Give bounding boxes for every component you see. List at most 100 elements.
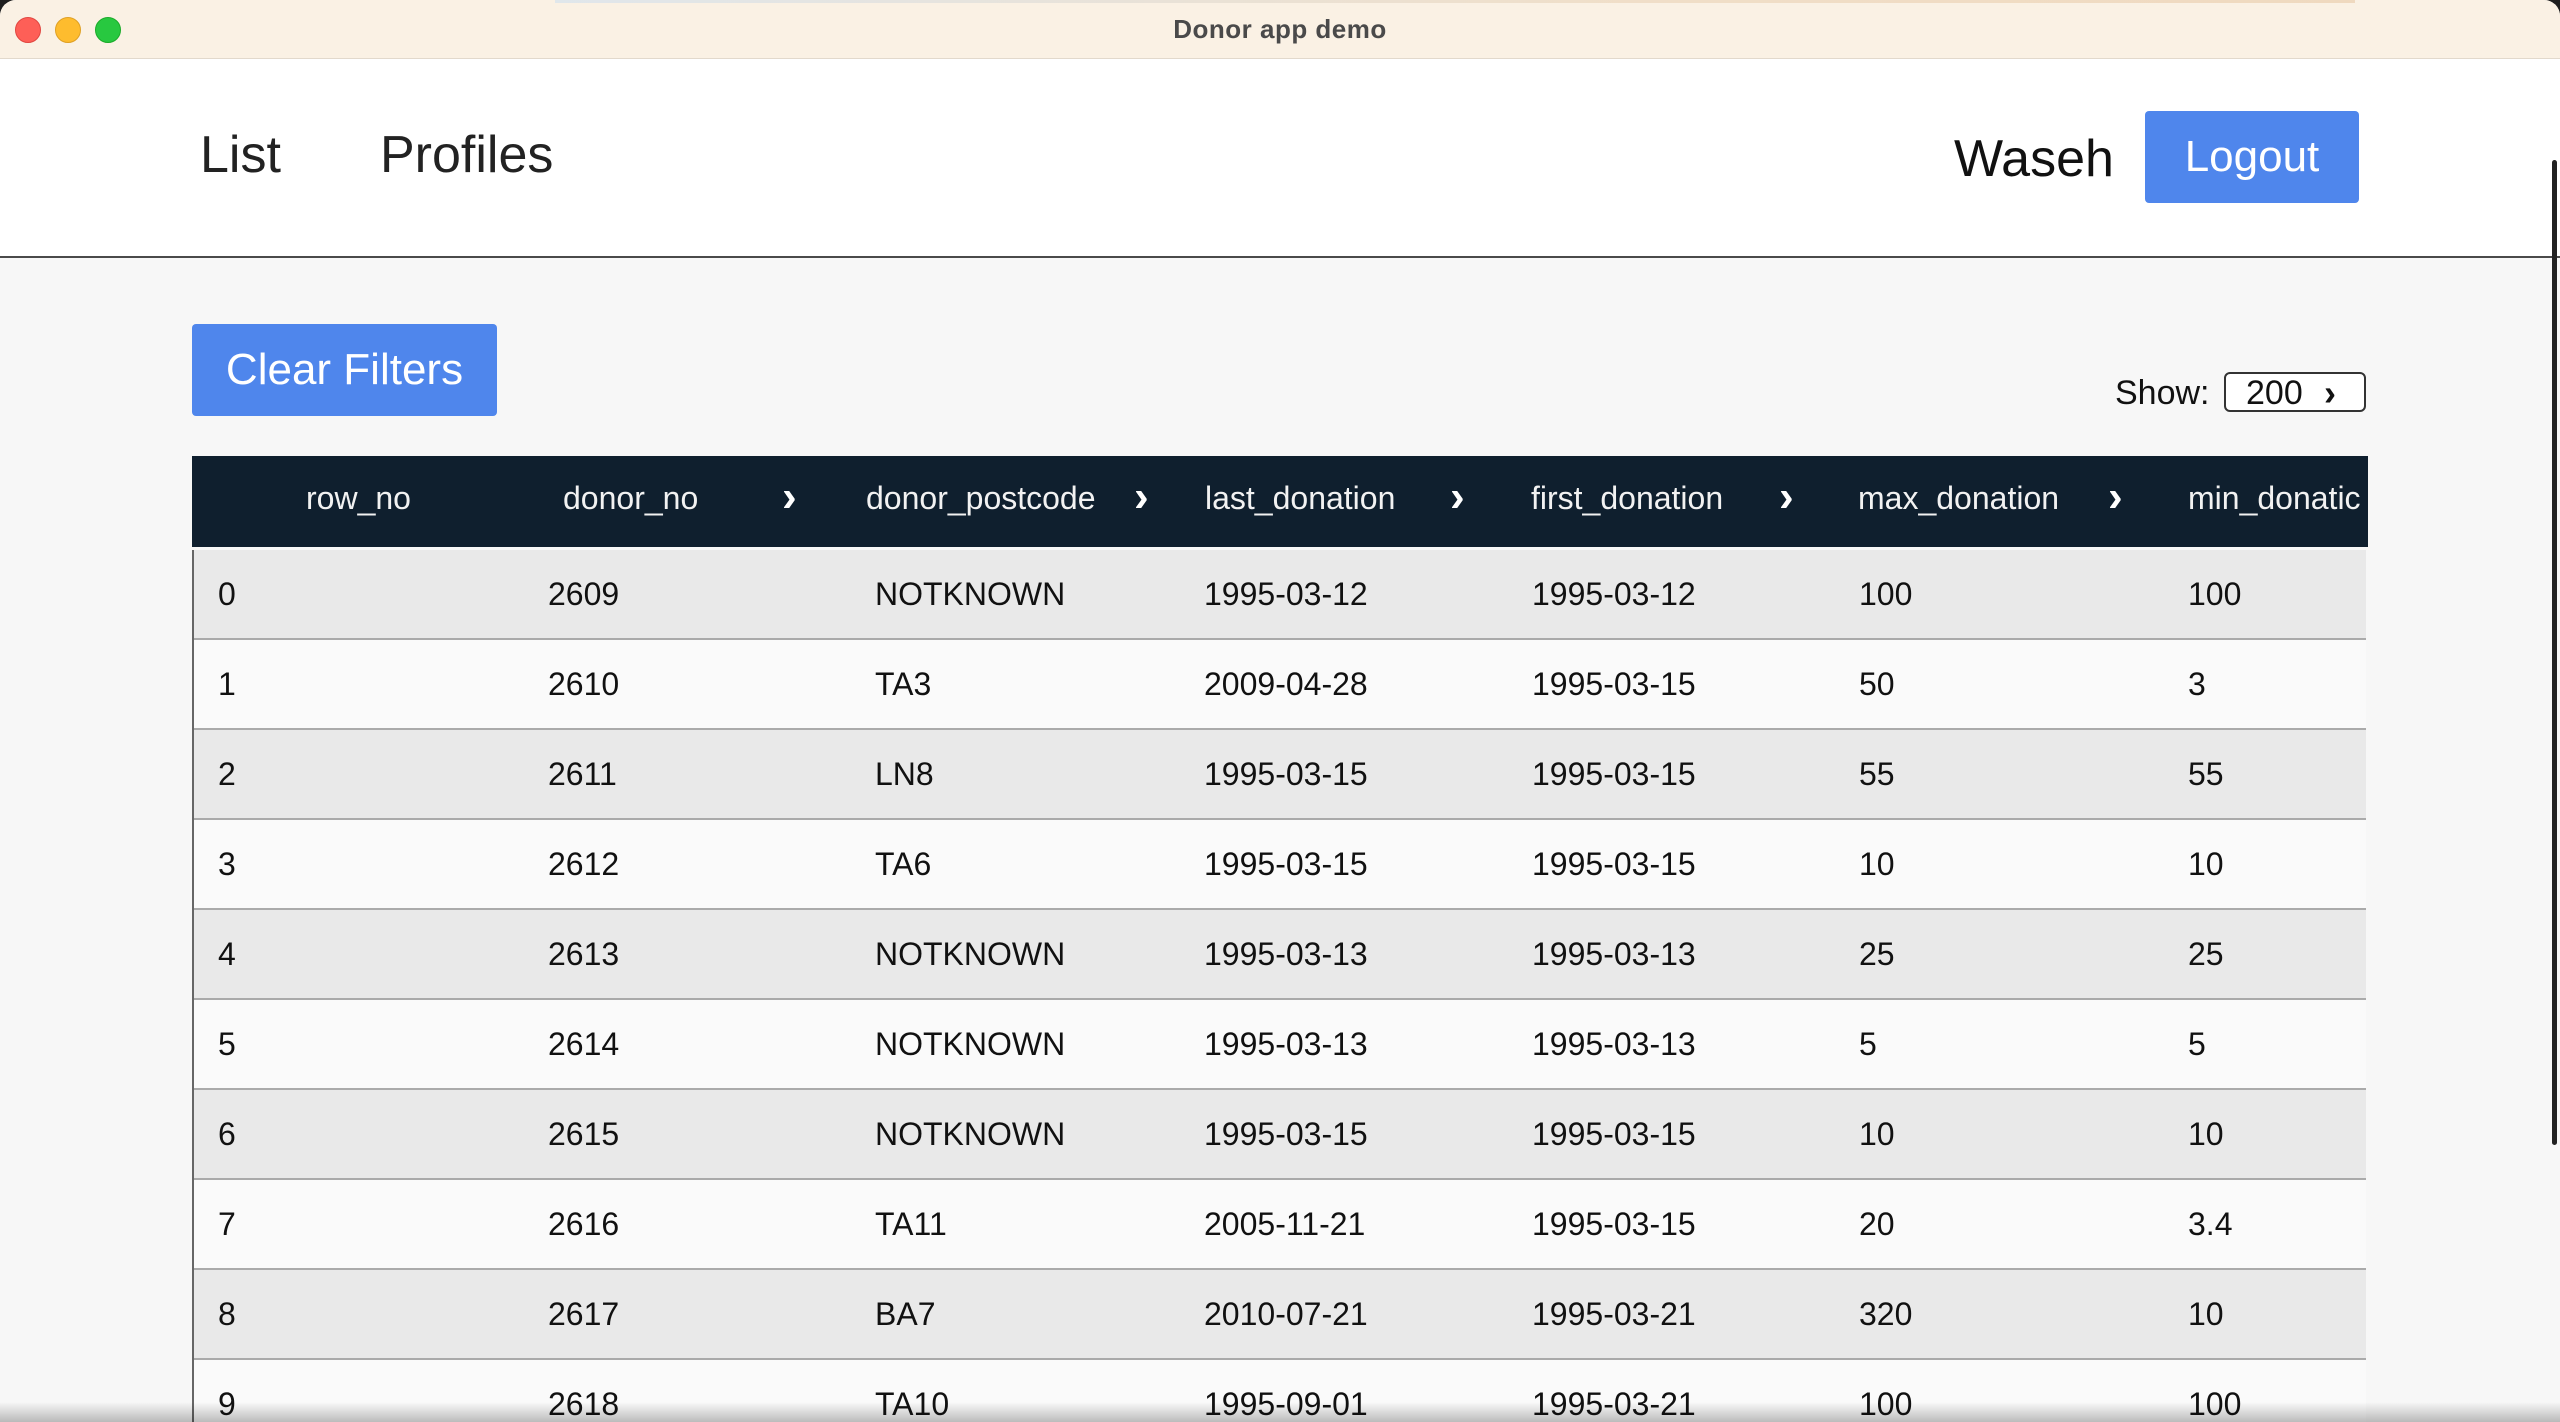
cell-donor-postcode: BA7	[875, 1296, 936, 1332]
chevron-right-icon[interactable]: ›	[1779, 472, 1794, 522]
cell-last-donation: 1995-03-15	[1204, 846, 1368, 882]
user-name: Waseh	[1954, 130, 2114, 188]
bottom-shadow	[0, 1402, 2560, 1422]
chevron-right-icon[interactable]: ›	[1450, 472, 1465, 522]
cell-first-donation: 1995-03-15	[1532, 1116, 1696, 1152]
cell-min-donation: 10	[2188, 1296, 2224, 1332]
cell-max-donation: 25	[1859, 936, 1895, 972]
cell-donor-postcode: NOTKNOWN	[875, 936, 1066, 972]
cell-min-donation: 10	[2188, 846, 2224, 882]
cell-max-donation: 50	[1859, 666, 1895, 702]
table-row[interactable]: 7 2616 TA11 2005-11-21 1995-03-15 20 3.4	[194, 1180, 2366, 1270]
cell-min-donation: 10	[2188, 1116, 2224, 1152]
cell-donor-postcode: NOTKNOWN	[875, 576, 1066, 612]
cell-row-no: 5	[218, 1026, 236, 1062]
cell-donor-postcode: TA11	[875, 1206, 947, 1242]
table-row[interactable]: 8 2617 BA7 2010-07-21 1995-03-21 320 10	[194, 1270, 2366, 1360]
cell-donor-no: 2611	[548, 756, 617, 792]
cell-donor-no: 2610	[548, 666, 620, 702]
nav-link-list[interactable]: List	[200, 125, 281, 185]
title-bar-accent	[555, 0, 2355, 3]
cell-donor-no: 2609	[548, 576, 620, 612]
logout-button[interactable]: Logout	[2145, 111, 2359, 203]
cell-row-no: 8	[218, 1296, 236, 1332]
cell-row-no: 4	[218, 936, 236, 972]
table-row[interactable]: 0 2609 NOTKNOWN 1995-03-12 1995-03-12 10…	[194, 550, 2366, 640]
column-header-last-donation[interactable]: last_donation	[1205, 480, 1395, 517]
cell-donor-postcode: TA3	[875, 666, 932, 702]
cell-first-donation: 1995-03-15	[1532, 756, 1696, 792]
table-row[interactable]: 2 2611 LN8 1995-03-15 1995-03-15 55 55	[194, 730, 2366, 820]
cell-row-no: 1	[218, 666, 236, 702]
app-window: Donor app demo List Profiles Waseh Logou…	[0, 0, 2560, 1422]
cell-max-donation: 5	[1859, 1026, 1877, 1062]
cell-donor-no: 2613	[548, 936, 620, 972]
cell-first-donation: 1995-03-15	[1532, 846, 1696, 882]
column-header-row-no[interactable]: row_no	[306, 480, 411, 517]
cell-last-donation: 1995-03-15	[1204, 1116, 1368, 1152]
column-header-first-donation[interactable]: first_donation	[1531, 480, 1723, 517]
cell-max-donation: 55	[1859, 756, 1895, 792]
cell-last-donation: 2009-04-28	[1204, 666, 1368, 702]
cell-min-donation: 100	[2188, 576, 2242, 612]
clear-filters-button[interactable]: Clear Filters	[192, 324, 497, 416]
cell-max-donation: 20	[1859, 1206, 1895, 1242]
title-bar: Donor app demo	[0, 0, 2560, 59]
cell-first-donation: 1995-03-13	[1532, 936, 1696, 972]
cell-first-donation: 1995-03-13	[1532, 1026, 1696, 1062]
table-row[interactable]: 4 2613 NOTKNOWN 1995-03-13 1995-03-13 25…	[194, 910, 2366, 1000]
table-body: 0 2609 NOTKNOWN 1995-03-12 1995-03-12 10…	[192, 550, 2366, 1422]
cell-last-donation: 1995-03-13	[1204, 936, 1368, 972]
donor-table: row_no donor_no › donor_postcode › last_…	[192, 456, 2368, 1422]
cell-donor-no: 2615	[548, 1116, 620, 1152]
page-size-value: 200	[2246, 374, 2303, 412]
table-header: row_no donor_no › donor_postcode › last_…	[192, 456, 2368, 547]
column-header-min-donation[interactable]: min_donatic	[2188, 480, 2361, 517]
cell-first-donation: 1995-03-21	[1532, 1296, 1696, 1332]
cell-row-no: 2	[218, 756, 236, 792]
cell-min-donation: 3	[2188, 666, 2206, 702]
column-header-donor-no[interactable]: donor_no	[563, 480, 698, 517]
cell-max-donation: 100	[1859, 576, 1913, 612]
table-row[interactable]: 1 2610 TA3 2009-04-28 1995-03-15 50 3	[194, 640, 2366, 730]
cell-donor-no: 2617	[548, 1296, 620, 1332]
chevron-right-icon[interactable]: ›	[782, 472, 797, 522]
chevron-right-icon[interactable]: ›	[2108, 472, 2123, 522]
cell-min-donation: 3.4	[2188, 1206, 2233, 1242]
cell-row-no: 3	[218, 846, 236, 882]
cell-donor-postcode: LN8	[875, 756, 934, 792]
cell-max-donation: 320	[1859, 1296, 1913, 1332]
cell-last-donation: 1995-03-15	[1204, 756, 1368, 792]
column-header-donor-postcode[interactable]: donor_postcode	[866, 480, 1096, 517]
window-title: Donor app demo	[1173, 14, 1387, 44]
cell-donor-postcode: NOTKNOWN	[875, 1116, 1066, 1152]
cell-last-donation: 1995-03-13	[1204, 1026, 1368, 1062]
cell-donor-no: 2616	[548, 1206, 620, 1242]
cell-first-donation: 1995-03-15	[1532, 1206, 1696, 1242]
cell-donor-no: 2614	[548, 1026, 620, 1062]
cell-last-donation: 1995-03-12	[1204, 576, 1368, 612]
cell-row-no: 7	[218, 1206, 236, 1242]
chevron-right-icon[interactable]: ›	[1134, 472, 1149, 522]
cell-first-donation: 1995-03-15	[1532, 666, 1696, 702]
cell-first-donation: 1995-03-12	[1532, 576, 1696, 612]
cell-max-donation: 10	[1859, 846, 1895, 882]
vertical-scrollbar[interactable]	[2552, 160, 2557, 1145]
cell-min-donation: 5	[2188, 1026, 2206, 1062]
cell-row-no: 0	[218, 576, 236, 612]
cell-donor-no: 2612	[548, 846, 620, 882]
page-size-select[interactable]: 200 ›	[2224, 372, 2366, 412]
cell-min-donation: 55	[2188, 756, 2224, 792]
table-row[interactable]: 3 2612 TA6 1995-03-15 1995-03-15 10 10	[194, 820, 2366, 910]
column-header-max-donation[interactable]: max_donation	[1858, 480, 2059, 517]
cell-donor-postcode: TA6	[875, 846, 932, 882]
table-row[interactable]: 6 2615 NOTKNOWN 1995-03-15 1995-03-15 10…	[194, 1090, 2366, 1180]
chevron-right-icon: ›	[2324, 372, 2336, 413]
cell-max-donation: 10	[1859, 1116, 1895, 1152]
cell-donor-postcode: NOTKNOWN	[875, 1026, 1066, 1062]
navbar: List Profiles Waseh Logout	[0, 59, 2560, 258]
nav-link-profiles[interactable]: Profiles	[380, 125, 553, 185]
table-row[interactable]: 5 2614 NOTKNOWN 1995-03-13 1995-03-13 5 …	[194, 1000, 2366, 1090]
cell-min-donation: 25	[2188, 936, 2224, 972]
cell-last-donation: 2010-07-21	[1204, 1296, 1368, 1332]
